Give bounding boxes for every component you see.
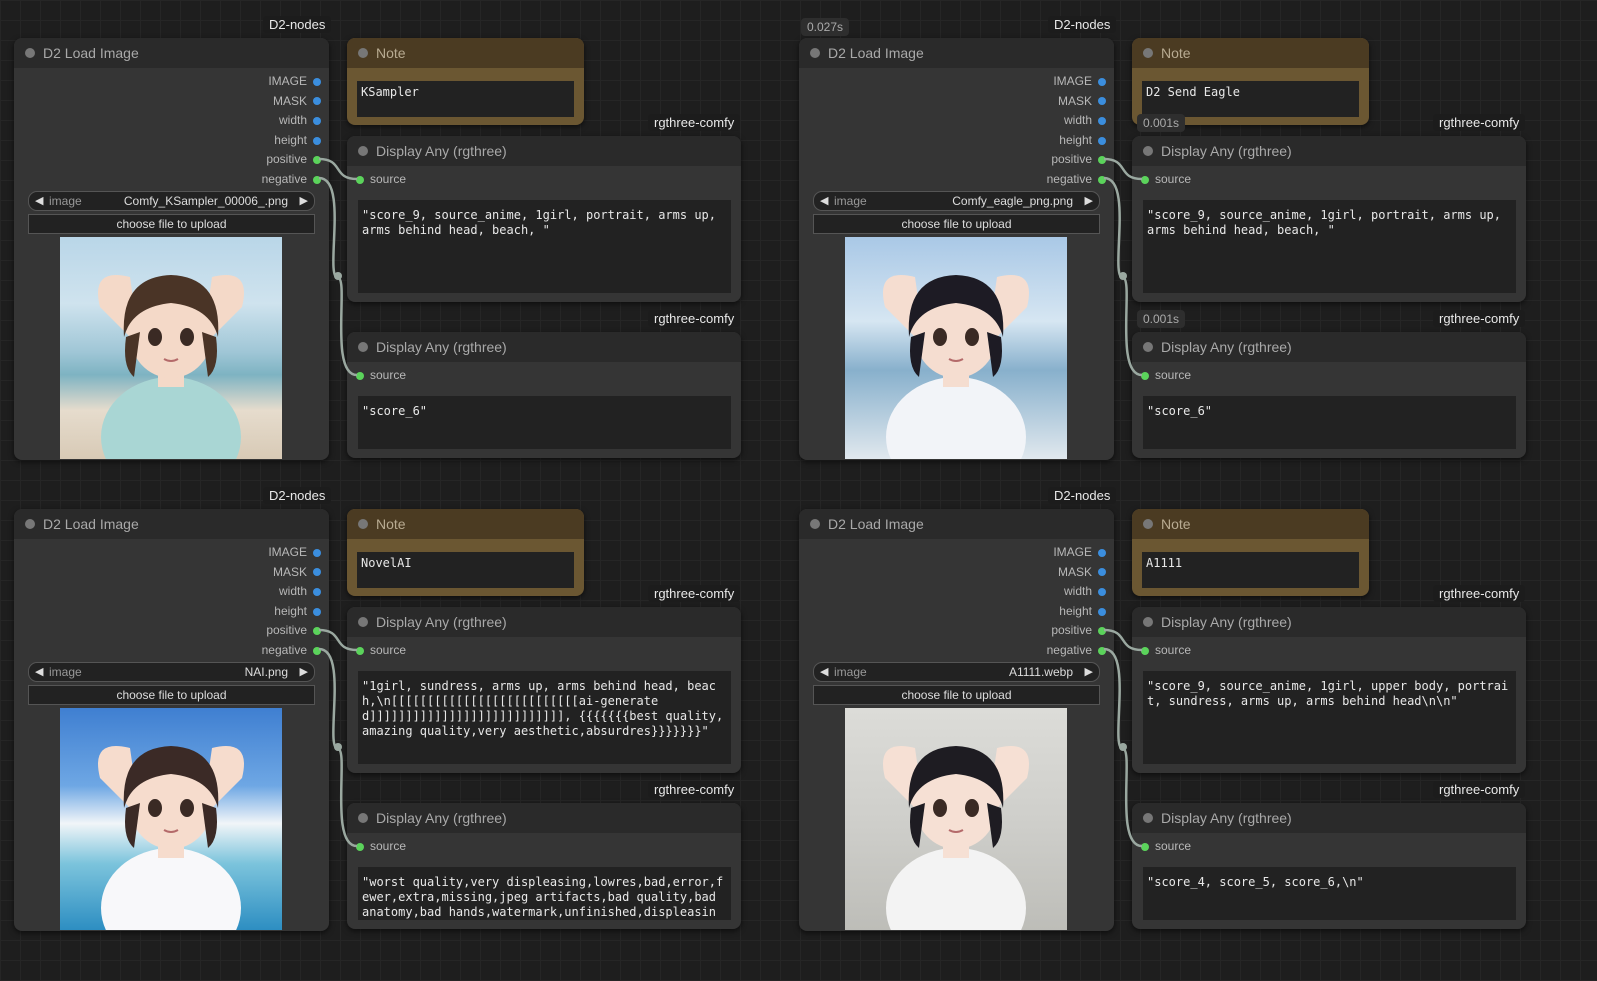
output-slot-height[interactable]: height xyxy=(1059,601,1106,621)
output-slot-negative[interactable]: negative xyxy=(1047,640,1106,660)
load-image-node[interactable]: D2 Load Image IMAGE MASK width height positiv… xyxy=(799,509,1114,931)
output-slot-image[interactable]: IMAGE xyxy=(1053,542,1106,562)
display-any-node[interactable]: Display Any (rgthree) source "score_9, sou… xyxy=(1132,607,1526,773)
collapse-dot-icon[interactable] xyxy=(1143,813,1153,823)
output-socket-icon[interactable] xyxy=(1098,548,1106,557)
node-title-text: Display Any (rgthree) xyxy=(1161,614,1292,630)
output-label: positive xyxy=(1051,623,1092,638)
output-socket-icon[interactable] xyxy=(1098,627,1106,636)
output-label: IMAGE xyxy=(1053,545,1092,559)
collapse-dot-icon[interactable] xyxy=(1143,617,1153,627)
note-node[interactable]: Note A1111 xyxy=(1132,509,1369,596)
display-text-output[interactable]: "score_9, source_anime, 1girl, upper bod… xyxy=(1143,671,1516,764)
output-label: negative xyxy=(1046,643,1092,657)
node-title[interactable]: D2 Load Image xyxy=(799,509,1114,539)
output-socket-icon[interactable] xyxy=(1098,588,1106,597)
output-slot-mask[interactable]: MASK xyxy=(1058,562,1106,582)
node-title-text: D2 Load Image xyxy=(828,516,924,532)
output-slot-positive[interactable]: positive xyxy=(1051,620,1106,640)
display-text-output[interactable]: "score_4, score_5, score_6,\n" xyxy=(1143,867,1516,920)
combo-value: A1111.webp xyxy=(1008,665,1073,679)
arrow-right-icon[interactable]: ▶ xyxy=(1085,663,1093,681)
preview-illustration xyxy=(883,746,1029,930)
input-label: source xyxy=(1155,839,1192,853)
image-preview xyxy=(845,708,1067,930)
node-title-text: Note xyxy=(1161,516,1191,532)
node-title-text: Display Any (rgthree) xyxy=(1161,810,1292,826)
output-slot-width[interactable]: width xyxy=(1064,581,1106,601)
output-label: height xyxy=(1059,603,1092,618)
collapse-dot-icon[interactable] xyxy=(810,519,820,529)
input-socket-icon[interactable] xyxy=(1141,646,1149,655)
node-source-badge: rgthree-comfy xyxy=(1433,781,1526,798)
display-any-node[interactable]: Display Any (rgthree) source "score_4, sco… xyxy=(1132,803,1526,929)
node-source-badge: rgthree-comfy xyxy=(1433,585,1526,602)
input-label: source xyxy=(1155,643,1192,657)
image-select-combo[interactable]: ◀ image A1111.webp ▶ xyxy=(813,662,1100,682)
node-title[interactable]: Note xyxy=(1132,509,1369,539)
input-slot-source[interactable]: source xyxy=(1141,836,1191,856)
output-label: MASK xyxy=(1057,564,1092,579)
output-label: width xyxy=(1063,584,1092,599)
collapse-dot-icon[interactable] xyxy=(1143,519,1153,529)
workflow-group: D2 Load Image IMAGE MASK width height positiv… xyxy=(0,0,1597,981)
combo-label: image xyxy=(834,665,867,679)
output-socket-icon[interactable] xyxy=(1098,607,1106,616)
input-slot-source[interactable]: source xyxy=(1141,640,1191,660)
upload-button[interactable]: choose file to upload xyxy=(813,685,1100,705)
node-source-badge: D2-nodes xyxy=(1048,487,1117,504)
node-title[interactable]: Display Any (rgthree) xyxy=(1132,607,1526,637)
reroute-dot-icon[interactable] xyxy=(1119,743,1127,751)
output-socket-icon[interactable] xyxy=(1098,646,1106,655)
note-textarea[interactable]: A1111 xyxy=(1142,552,1359,588)
arrow-left-icon[interactable]: ◀ xyxy=(820,663,828,681)
output-socket-icon[interactable] xyxy=(1098,568,1106,577)
node-title[interactable]: Display Any (rgthree) xyxy=(1132,803,1526,833)
input-socket-icon[interactable] xyxy=(1141,842,1149,851)
